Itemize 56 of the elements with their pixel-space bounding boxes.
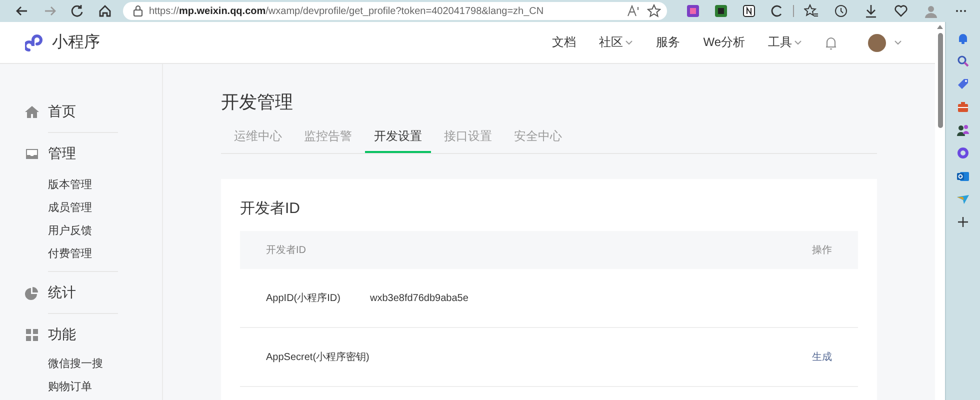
tab[interactable]: 开发设置 xyxy=(365,128,431,153)
table-cell-text: AppSecret(小程序密钥) xyxy=(266,350,370,364)
generate-link[interactable]: 生成 xyxy=(812,350,832,364)
caret-icon[interactable] xyxy=(894,40,902,46)
sidebar-item[interactable]: 微信搜一搜 xyxy=(0,353,162,376)
people-icon[interactable] xyxy=(957,124,969,136)
download-icon[interactable] xyxy=(864,4,878,18)
nav-link[interactable]: 工具 xyxy=(768,34,802,51)
bell-icon[interactable] xyxy=(825,36,837,50)
table-cell: wxb3e8fd76db9aba5e xyxy=(370,292,468,304)
ring-icon[interactable] xyxy=(957,147,969,159)
bell-icon[interactable] xyxy=(957,32,969,44)
refresh-icon[interactable] xyxy=(70,4,84,18)
home-icon xyxy=(25,105,39,119)
column-header: 操作 xyxy=(812,244,832,257)
tag-icon[interactable] xyxy=(957,78,969,90)
sidebar-item[interactable]: 购物订单 xyxy=(0,376,162,399)
sidebar-item[interactable]: 版本管理 xyxy=(0,174,162,197)
avatar-icon[interactable] xyxy=(868,34,886,52)
nav-link[interactable]: 社区 xyxy=(599,34,634,51)
grid-icon xyxy=(25,328,39,342)
sidebar-item[interactable]: 成员管理 xyxy=(0,197,162,220)
briefcase-icon[interactable] xyxy=(957,101,969,113)
page-title: 开发管理 xyxy=(221,91,294,114)
column-header: 开发者ID xyxy=(266,244,306,257)
search-icon[interactable] xyxy=(957,55,969,67)
read-aloud-icon[interactable] xyxy=(626,5,641,17)
pie-chart-icon xyxy=(25,286,39,300)
address-bar[interactable]: https://mp.weixin.qq.com/wxamp/devprofile/get_profile?token=402041798&lang=zh_CN xyxy=(122,2,667,20)
inbox-icon xyxy=(25,147,39,161)
nav-link[interactable]: 文档 xyxy=(552,34,576,51)
favorites-icon[interactable] xyxy=(804,4,818,18)
mail-icon[interactable] xyxy=(957,170,969,182)
favorite-star-icon[interactable] xyxy=(646,4,661,18)
table-cell-text: AppID(小程序ID) xyxy=(266,292,342,305)
sidebar-item[interactable]: 用户反馈 xyxy=(0,220,162,243)
logo-text: 小程序 xyxy=(52,32,100,53)
lock-icon xyxy=(132,5,143,17)
scrollbar-thumb[interactable] xyxy=(938,33,942,128)
nav-section[interactable]: 统计 xyxy=(48,284,76,302)
nav-section[interactable]: 首页 xyxy=(48,103,76,121)
nav-section[interactable]: 管理 xyxy=(48,145,76,163)
notebook-icon[interactable] xyxy=(742,5,755,17)
logo-icon xyxy=(25,32,45,52)
history-icon[interactable] xyxy=(834,4,848,18)
sidebar-item[interactable]: 付费管理 xyxy=(0,243,162,266)
nav-link[interactable]: We分析 xyxy=(703,34,745,51)
extension-icon[interactable] xyxy=(714,5,727,17)
card-title: 开发者ID xyxy=(240,199,301,218)
home-icon[interactable] xyxy=(98,4,112,18)
back-icon[interactable] xyxy=(14,4,29,18)
add-icon[interactable] xyxy=(957,216,969,228)
scroll-up-icon[interactable] xyxy=(937,25,943,29)
nav-section[interactable]: 功能 xyxy=(48,326,76,344)
nav-link[interactable]: 服务 xyxy=(656,34,680,51)
heart-icon[interactable] xyxy=(894,4,908,18)
